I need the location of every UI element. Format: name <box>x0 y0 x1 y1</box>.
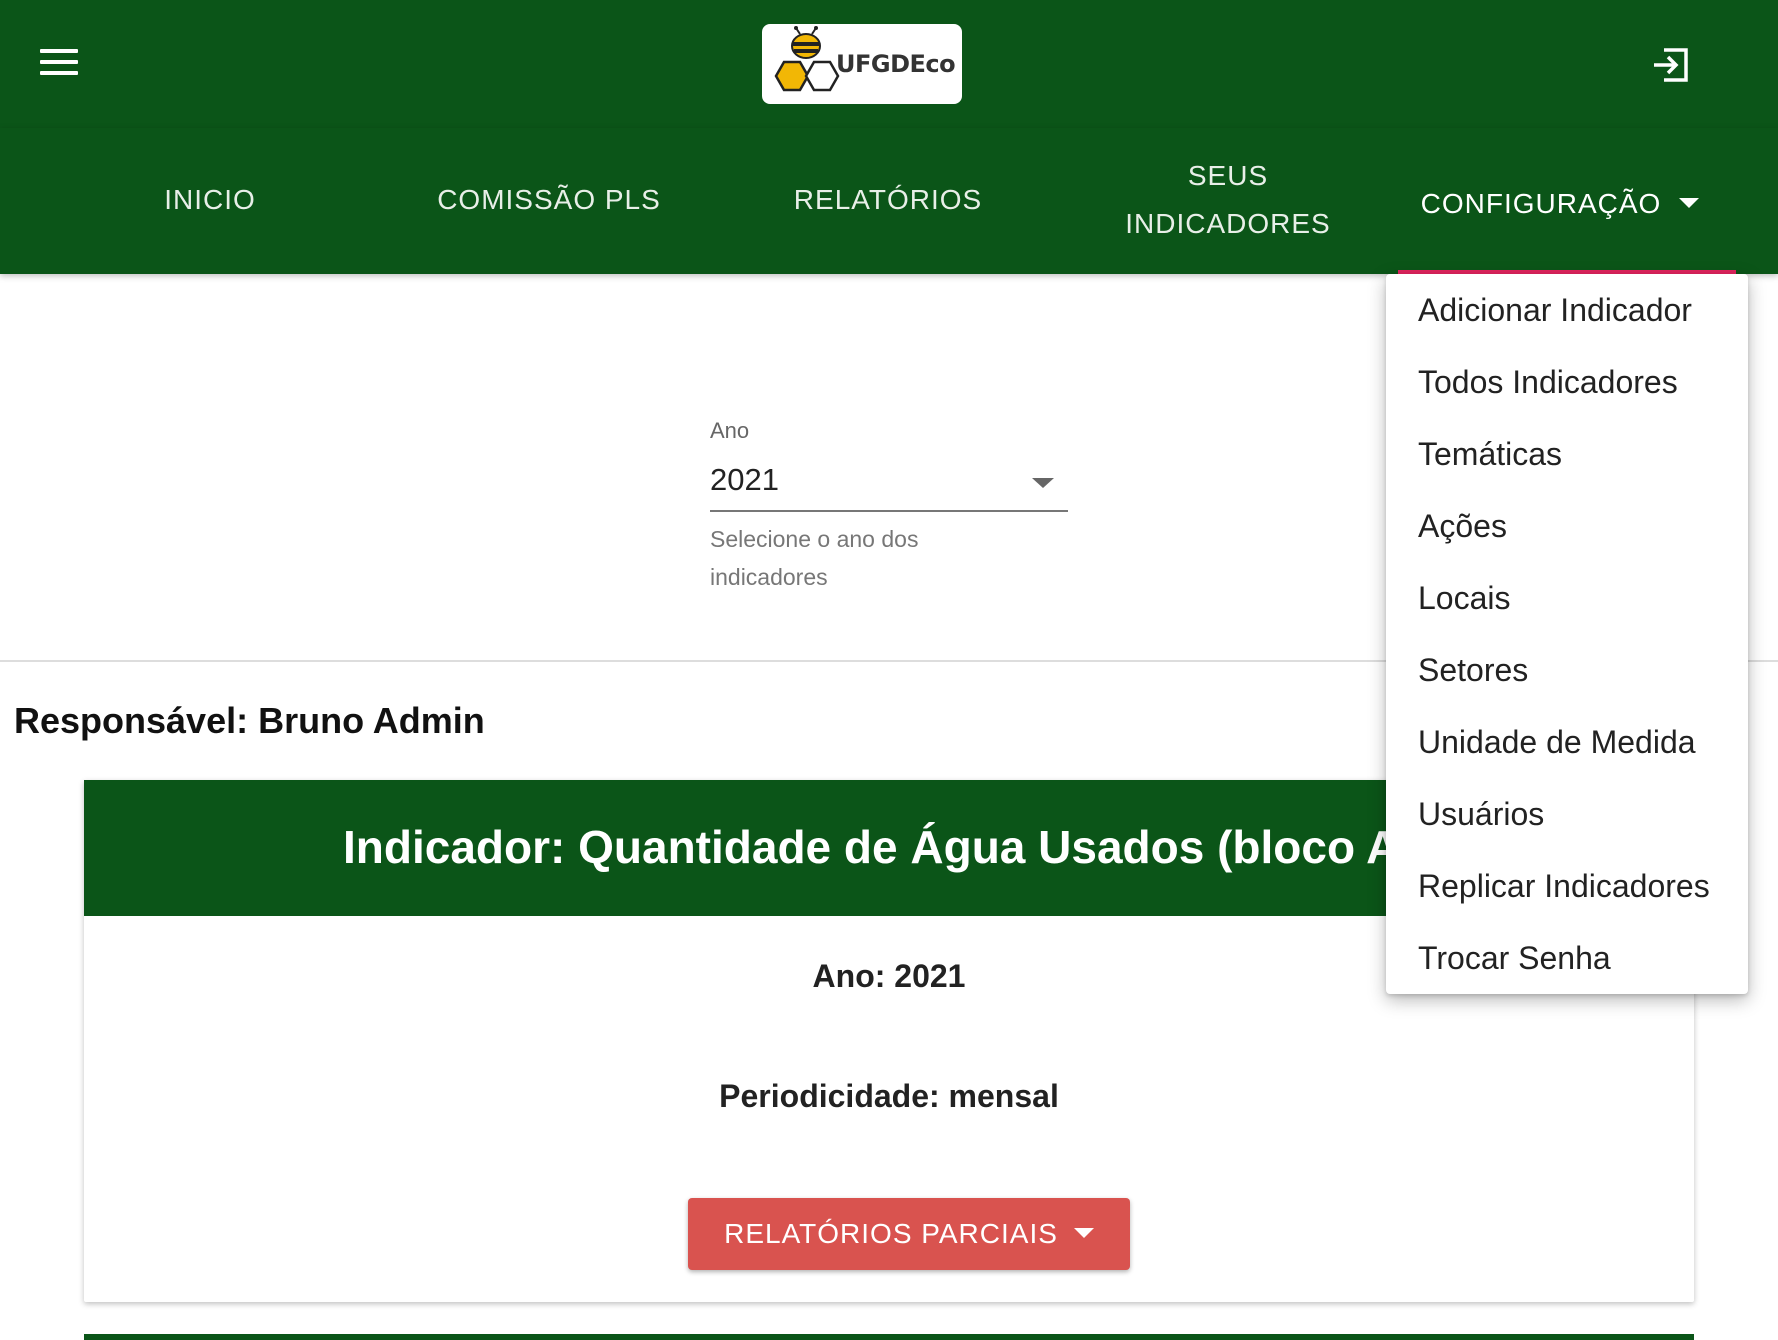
nav-label: COMISSÃO PLS <box>437 184 661 215</box>
responsavel-heading: Responsável: Bruno Admin <box>14 700 485 741</box>
nav-label-line1: SEUS <box>1187 160 1269 191</box>
bee-hexagon-icon <box>774 26 840 92</box>
app-logo[interactable]: UFGDEco <box>762 24 962 104</box>
menu-item-setores[interactable]: Setores <box>1418 652 1528 689</box>
menu-item-locais[interactable]: Locais <box>1418 580 1511 617</box>
logo-text: UFGDEco <box>836 50 956 78</box>
nav-item-inicio[interactable]: INICIO <box>110 176 310 224</box>
menu-item-adicionar-indicador[interactable]: Adicionar Indicador <box>1418 292 1692 329</box>
year-select-value: 2021 <box>710 462 779 497</box>
menu-item-unidade-de-medida[interactable]: Unidade de Medida <box>1418 724 1696 761</box>
chevron-down-icon <box>1032 478 1054 488</box>
year-select-hint: Selecione o ano dos indicadores <box>710 526 919 590</box>
nav-label: INICIO <box>164 184 256 215</box>
menu-item-replicar-indicadores[interactable]: Replicar Indicadores <box>1418 868 1710 905</box>
menu-item-acoes[interactable]: Ações <box>1418 508 1507 545</box>
chevron-down-icon <box>1679 197 1700 208</box>
configuracao-dropdown-menu: Adicionar Indicador Todos Indicadores Te… <box>1386 274 1748 994</box>
nav-label-line2: INDICADORES <box>1125 208 1331 239</box>
menu-item-tematicas[interactable]: Temáticas <box>1418 436 1562 473</box>
partial-reports-label: RELATÓRIOS PARCIAIS <box>724 1218 1058 1249</box>
nav-label: CONFIGURAÇÃO <box>1420 188 1662 219</box>
menu-item-usuarios[interactable]: Usuários <box>1418 796 1544 833</box>
year-select[interactable]: 2021 <box>710 456 1068 512</box>
partial-reports-button[interactable]: RELATÓRIOS PARCIAIS <box>688 1198 1130 1270</box>
nav-item-comissao-pls[interactable]: COMISSÃO PLS <box>414 176 684 224</box>
app-header: UFGDEco <box>0 0 1778 129</box>
nav-item-seus-indicadores[interactable]: SEUS INDICADORES <box>1110 152 1346 248</box>
next-indicator-card-edge <box>84 1334 1694 1340</box>
chevron-down-icon <box>1073 1227 1094 1238</box>
menu-item-todos-indicadores[interactable]: Todos Indicadores <box>1418 364 1678 401</box>
nav-label: RELATÓRIOS <box>793 184 983 215</box>
hamburger-menu-icon[interactable] <box>40 42 92 88</box>
logout-icon[interactable] <box>1650 44 1692 86</box>
nav-item-relatorios[interactable]: RELATÓRIOS <box>758 176 1018 224</box>
indicator-title: Indicador: Quantidade de Água Usados (bl… <box>343 821 1415 873</box>
year-select-label: Ano <box>710 418 750 443</box>
nav-item-configuracao[interactable]: CONFIGURAÇÃO <box>1410 180 1710 228</box>
main-navigation: INICIO COMISSÃO PLS RELATÓRIOS SEUS INDI… <box>0 128 1778 274</box>
indicator-periodicity: Periodicidade: mensal <box>719 1078 1059 1114</box>
menu-item-trocar-senha[interactable]: Trocar Senha <box>1418 940 1611 977</box>
